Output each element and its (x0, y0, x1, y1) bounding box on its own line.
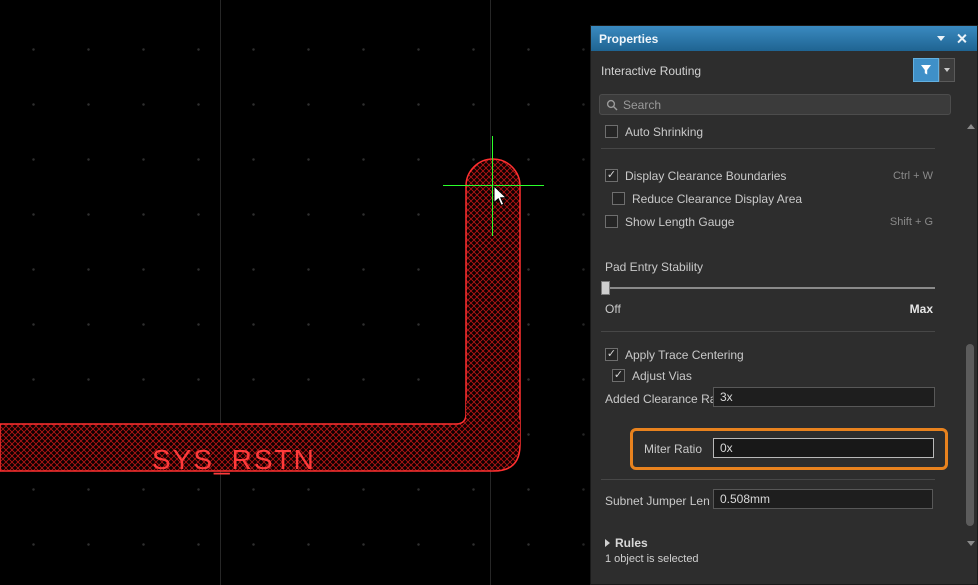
reduce-clearance-display-area-label: Reduce Clearance Display Area (632, 192, 802, 206)
pad-entry-stability-slider-track[interactable] (603, 287, 935, 289)
panel-header: Properties (591, 26, 977, 51)
chevron-down-icon (944, 68, 950, 72)
auto-shrinking-checkbox[interactable] (605, 125, 618, 138)
adjust-vias-checkbox[interactable] (612, 369, 625, 382)
chevron-down-icon (967, 541, 975, 546)
chevron-up-icon (967, 124, 975, 129)
scroll-up-button[interactable] (966, 121, 976, 131)
chevron-right-icon (605, 539, 610, 547)
subnet-jumper-len-input[interactable] (713, 489, 933, 509)
display-clearance-boundaries-label: Display Clearance Boundaries (625, 169, 786, 183)
display-clearance-shortcut: Ctrl + W (893, 170, 933, 182)
funnel-icon (920, 64, 932, 76)
slider-max-label: Max (910, 302, 933, 316)
miter-ratio-highlight-outline (630, 428, 948, 470)
net-label: SYS_RSTN (152, 444, 316, 476)
scrollbar-thumb[interactable] (966, 344, 974, 526)
scroll-down-button[interactable] (966, 538, 976, 548)
rules-section-label: Rules (615, 536, 648, 550)
adjust-vias-label: Adjust Vias (632, 369, 692, 383)
pad-entry-stability-label: Pad Entry Stability (605, 260, 703, 274)
display-clearance-boundaries-checkbox[interactable] (605, 169, 618, 182)
rules-section-header[interactable]: Rules (605, 536, 648, 550)
search-icon (606, 99, 618, 111)
search-box (599, 94, 951, 115)
panel-close-button[interactable] (953, 31, 969, 47)
search-input[interactable] (623, 98, 950, 112)
close-icon (957, 34, 966, 43)
reduce-clearance-display-area-checkbox[interactable] (612, 192, 625, 205)
show-length-gauge-shortcut: Shift + G (890, 216, 933, 228)
apply-trace-centering-label: Apply Trace Centering (625, 348, 744, 362)
added-clearance-ratio-input[interactable] (713, 387, 935, 407)
subnet-jumper-len-label: Subnet Jumper Len (605, 494, 710, 508)
filter-dropdown-button[interactable] (939, 58, 955, 82)
mouse-cursor-icon (493, 185, 508, 207)
panel-title: Properties (599, 32, 929, 46)
divider (601, 331, 935, 332)
divider (601, 148, 935, 149)
selection-status: 1 object is selected (605, 553, 699, 565)
filter-button[interactable] (913, 58, 939, 82)
slider-min-label: Off (605, 302, 621, 316)
added-clearance-ratio-label: Added Clearance Ratio (605, 392, 729, 406)
show-length-gauge-checkbox[interactable] (605, 215, 618, 228)
auto-shrinking-label: Auto Shrinking (625, 125, 703, 139)
chevron-down-icon (937, 36, 945, 41)
show-length-gauge-label: Show Length Gauge (625, 215, 734, 229)
mode-label: Interactive Routing (601, 64, 701, 78)
properties-panel: Properties Interactive Routing Auto Shri… (590, 25, 978, 585)
divider (601, 479, 935, 480)
pad-entry-stability-slider-thumb[interactable] (601, 281, 610, 295)
apply-trace-centering-checkbox[interactable] (605, 348, 618, 361)
panel-collapse-button[interactable] (933, 31, 949, 47)
